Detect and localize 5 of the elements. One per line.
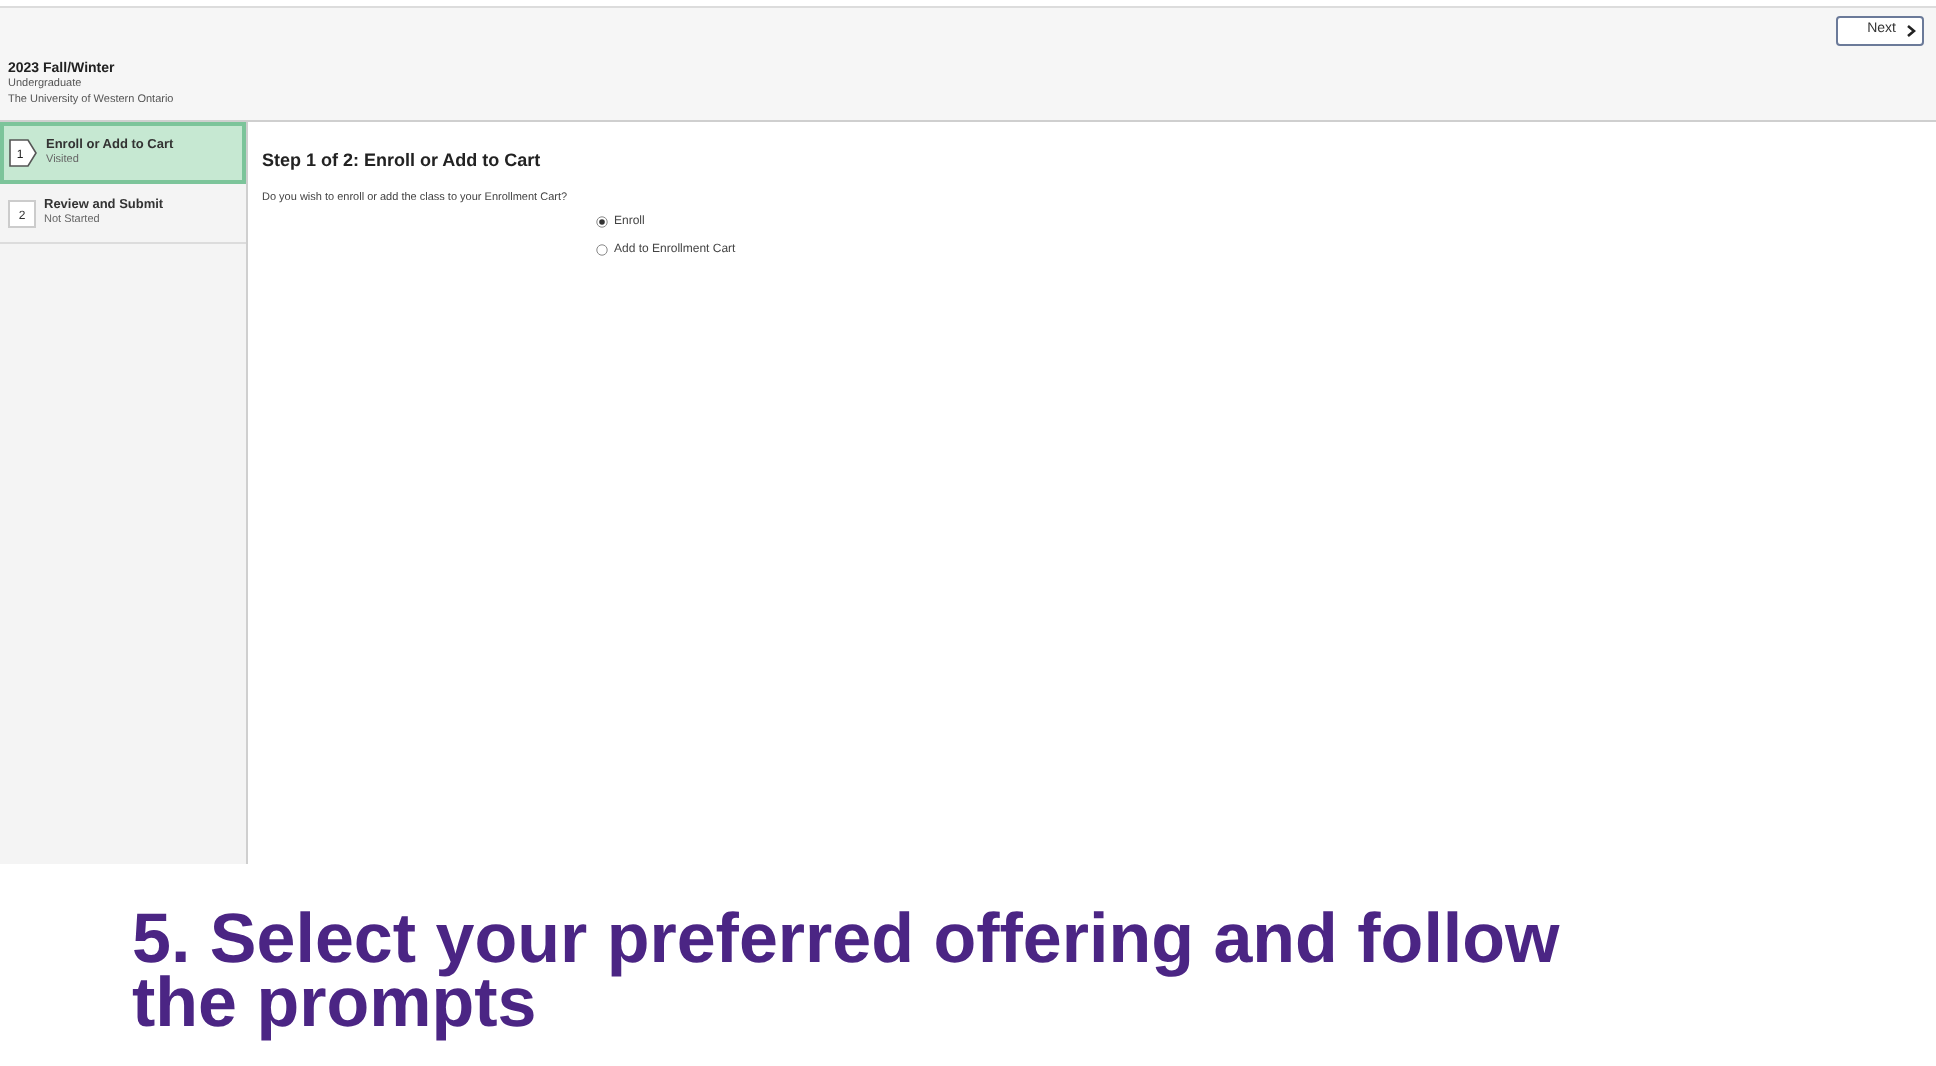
radio-button[interactable] xyxy=(596,244,608,257)
caption-text: 5. Select your preferred offering and follow the prompts xyxy=(132,908,1562,1036)
radio-button[interactable] xyxy=(596,216,608,229)
chevron-right-icon xyxy=(1906,24,1916,38)
step-heading: Step 1 of 2: Enroll or Add to Cart xyxy=(262,148,543,174)
